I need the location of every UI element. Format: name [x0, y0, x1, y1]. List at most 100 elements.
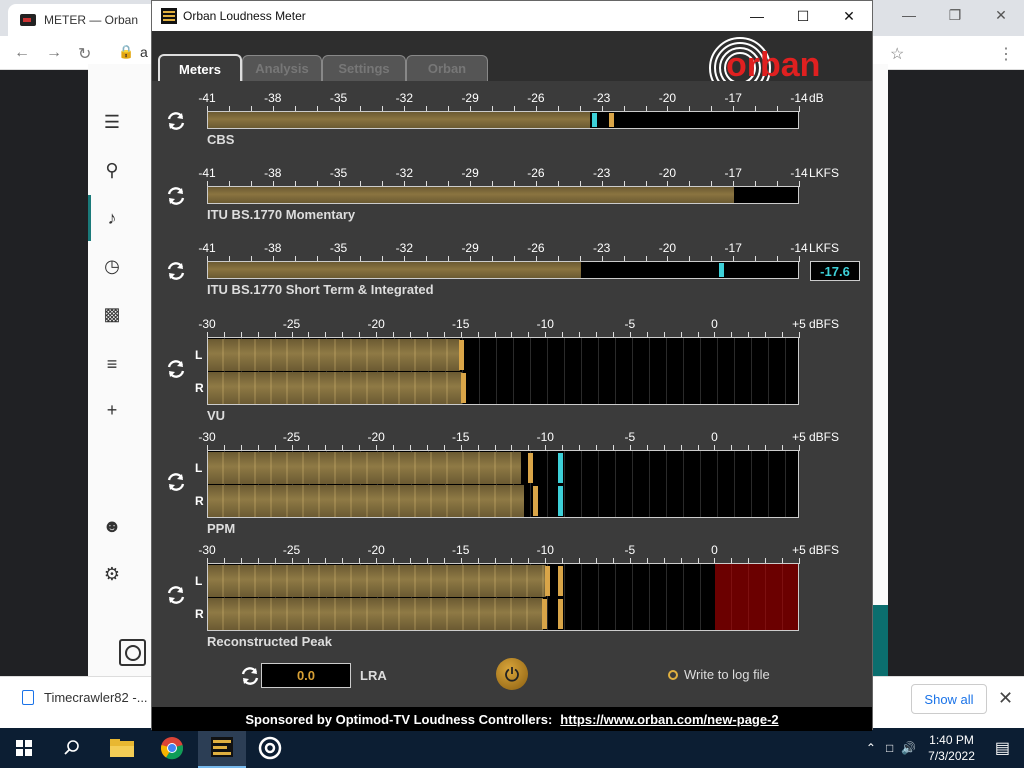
- network-icon[interactable]: □: [886, 741, 893, 755]
- window-titlebar: Orban Loudness Meter — ☐ ✕: [152, 1, 872, 31]
- momentary-tick-label: -17: [724, 166, 742, 180]
- download-bar-close-icon[interactable]: ✕: [998, 688, 1013, 709]
- bookmark-star-icon[interactable]: ☆: [890, 44, 904, 64]
- reload-icon[interactable]: ↻: [78, 44, 91, 64]
- vu-right-label: R: [195, 381, 204, 395]
- reconstructed_peak-scale: -30 -25 -20 -15 -10 -5 0 +5: [198, 543, 806, 557]
- vu-tick-label: -15: [452, 317, 470, 331]
- add-user-icon[interactable]: ☻: [102, 516, 122, 536]
- meters-panel: -41 -38 -35 -32 -29 -26 -23 -20 -17 -14 dB CBS -41 -3…: [152, 81, 872, 707]
- maximize-button[interactable]: ☐: [780, 1, 826, 31]
- vu-left-label: L: [195, 348, 203, 362]
- add-icon[interactable]: +: [102, 400, 122, 420]
- momentary-tick-label: -38: [264, 166, 282, 180]
- momentary-bar: [207, 186, 799, 204]
- notifications-icon[interactable]: ▤: [995, 738, 1010, 758]
- ppm-reset-icon[interactable]: [166, 472, 186, 492]
- close-button[interactable]: ✕: [826, 1, 872, 31]
- log-file-radio[interactable]: [668, 670, 678, 680]
- ppm-left-label: L: [195, 461, 203, 475]
- browser-window-controls: — ❐ ✕: [886, 0, 1024, 30]
- reconstructed_peak-tick-label: -10: [536, 543, 554, 557]
- lra-reset-icon[interactable]: [240, 666, 260, 686]
- menu-dots-icon[interactable]: ⋮: [998, 44, 1014, 64]
- cbs-reset-icon[interactable]: [166, 111, 186, 131]
- short_term-tick-label: -35: [329, 241, 348, 255]
- log-file-label[interactable]: Write to log file: [684, 667, 770, 682]
- reconstructed_peak-reset-icon[interactable]: [166, 585, 186, 605]
- browser-minimize-button[interactable]: —: [886, 0, 932, 30]
- cbs-tick-label: -41: [198, 91, 216, 105]
- short_term-bar: [207, 261, 799, 279]
- groove-music-icon[interactable]: [246, 728, 294, 768]
- volume-icon[interactable]: 🔊: [901, 741, 916, 755]
- equalizer-icon[interactable]: ▩: [102, 304, 122, 324]
- orban-meter-taskbar-icon[interactable]: [198, 728, 246, 768]
- momentary-tick-label: -29: [461, 166, 479, 180]
- forward-icon[interactable]: →: [46, 44, 62, 62]
- vu-left-peak: [459, 340, 465, 370]
- ppm-left-peak: [528, 453, 534, 483]
- sponsor-link[interactable]: https://www.orban.com/new-page-2: [560, 712, 778, 727]
- windows-start-icon[interactable]: [0, 728, 48, 768]
- tab-settings[interactable]: Settings: [322, 55, 406, 81]
- playlist-icon[interactable]: ≡: [102, 354, 122, 374]
- ppm-meter: [207, 450, 799, 518]
- clock-time: 1:40 PM: [929, 733, 974, 747]
- selected-indicator: [88, 195, 91, 241]
- system-tray: ⌃ □ 🔊 1:40 PM 7/3/2022 ▤: [866, 728, 1024, 768]
- momentary-scale: -41 -38 -35 -32 -29 -26 -23 -20 -17 -14: [198, 166, 807, 180]
- power-icon[interactable]: [496, 658, 528, 690]
- browser-close-button[interactable]: ✕: [978, 0, 1024, 30]
- cbs-tick-label: -29: [461, 91, 479, 105]
- browser-restore-button[interactable]: ❐: [932, 0, 978, 30]
- cbs-unit: dB: [809, 91, 824, 105]
- logo-text: orban: [726, 46, 820, 82]
- search-icon[interactable]: ⚲: [102, 160, 122, 180]
- momentary-reset-icon[interactable]: [166, 186, 186, 206]
- orban-logo: orban: [709, 37, 820, 82]
- cbs-tick-label: -17: [724, 91, 742, 105]
- tab-analysis[interactable]: Analysis: [242, 55, 322, 81]
- history-clock-icon[interactable]: ◷: [102, 256, 122, 276]
- cbs-marker: [591, 113, 597, 127]
- short_term-tick-label: -20: [658, 241, 677, 255]
- orban-window: Orban Loudness Meter — ☐ ✕ Meters Analys…: [151, 0, 873, 731]
- sponsor-footer: Sponsored by Optimod-TV Loudness Control…: [152, 707, 872, 731]
- short_term-fill: [208, 262, 581, 278]
- download-item[interactable]: Timecrawler82 -...: [22, 690, 148, 705]
- show-all-button[interactable]: Show all: [911, 684, 987, 714]
- ppm-left-channel: [208, 452, 798, 484]
- ppm-tick-label: 0: [711, 430, 718, 444]
- lock-icon: 🔒: [118, 44, 135, 59]
- tab-orban[interactable]: Orban: [406, 55, 488, 81]
- reconstructed_peak-label: Reconstructed Peak: [207, 634, 332, 649]
- back-icon[interactable]: ←: [14, 44, 30, 62]
- download-file-icon: [22, 690, 34, 705]
- vu-reset-icon[interactable]: [166, 359, 186, 379]
- reconstructed_peak-left-fill: [208, 565, 547, 597]
- clock-date: 7/3/2022: [928, 749, 975, 763]
- momentary-tick-label: -32: [395, 166, 413, 180]
- music-note-icon[interactable]: ♪: [102, 208, 122, 228]
- taskbar-search-icon[interactable]: [48, 728, 96, 768]
- cbs-tick-label: -26: [527, 91, 545, 105]
- tab-meters[interactable]: Meters: [158, 54, 242, 82]
- cbs-tick-label: -23: [592, 91, 611, 105]
- short_term-reset-icon[interactable]: [166, 261, 186, 281]
- clock[interactable]: 1:40 PM 7/3/2022: [928, 732, 975, 764]
- browser-tab[interactable]: METER — Orban: [8, 4, 158, 36]
- hamburger-menu-icon[interactable]: ☰: [102, 112, 122, 132]
- short_term-integrated-marker: [719, 263, 725, 277]
- minimize-button[interactable]: —: [734, 1, 780, 31]
- now-playing-disc-icon[interactable]: [119, 639, 146, 666]
- reconstructed_peak-meter: [207, 563, 799, 631]
- ppm-left-fill: [208, 452, 521, 484]
- chrome-icon[interactable]: [148, 728, 196, 768]
- settings-gear-icon[interactable]: ⚙: [102, 564, 122, 584]
- address-bar[interactable]: a: [140, 44, 148, 60]
- tray-chevron-icon[interactable]: ⌃: [866, 741, 876, 755]
- momentary-tick-label: -41: [198, 166, 216, 180]
- vu-tick: [799, 332, 800, 338]
- file-explorer-icon[interactable]: [98, 728, 146, 768]
